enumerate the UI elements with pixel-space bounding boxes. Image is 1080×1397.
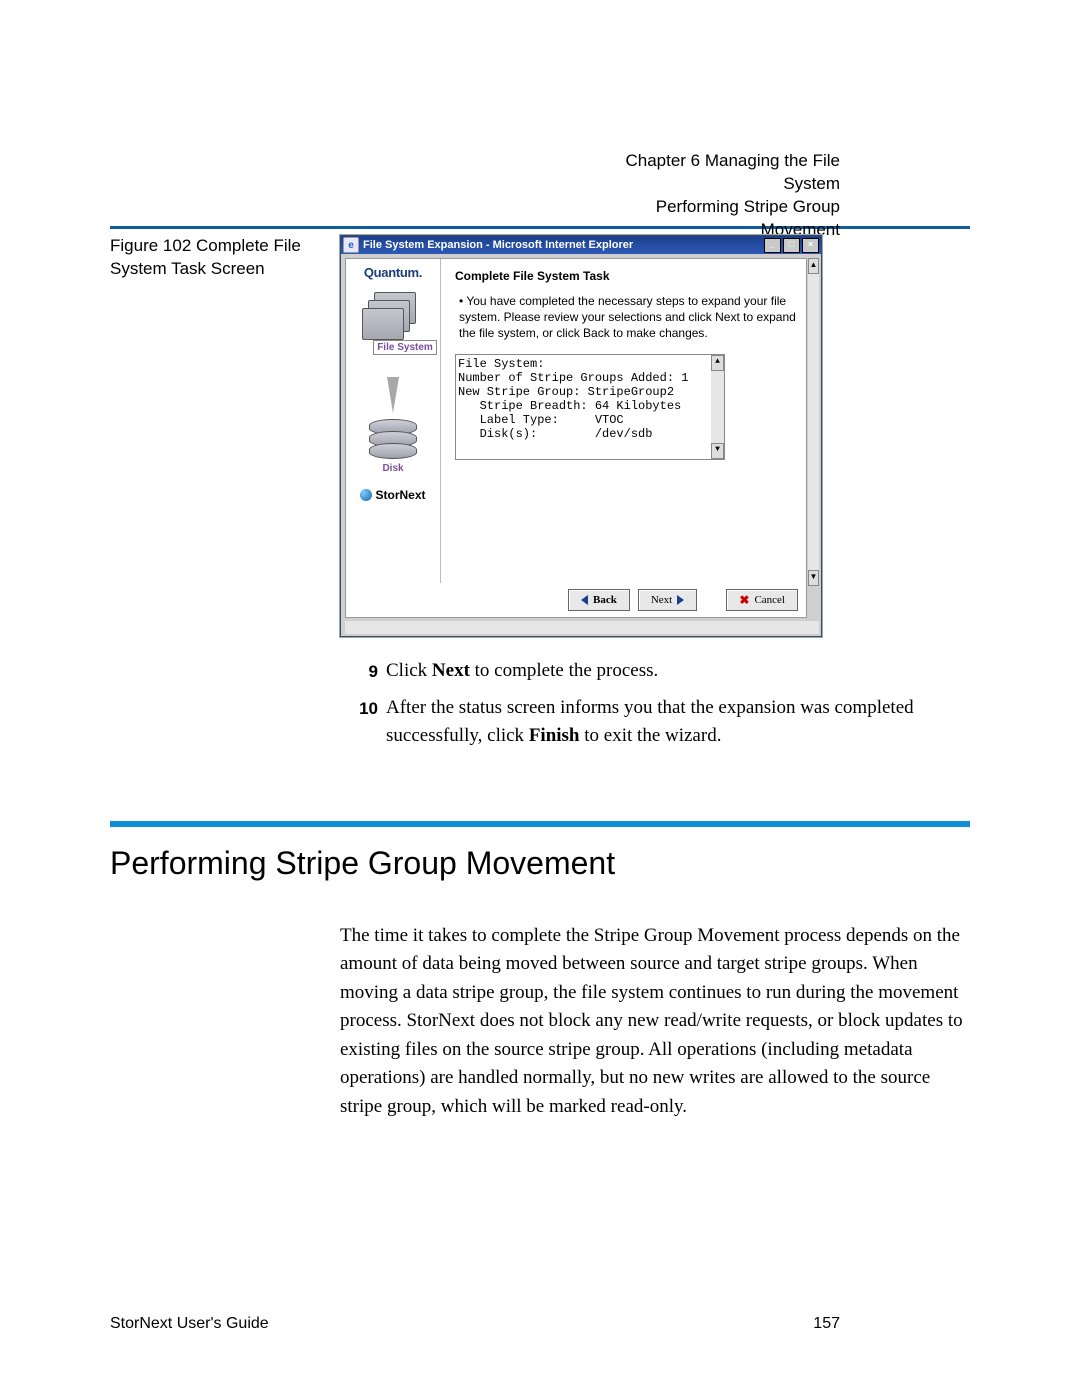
back-label: Back — [593, 594, 617, 606]
section-heading: Performing Stripe Group Movement — [110, 845, 970, 882]
stornext-label: StorNext — [375, 488, 425, 502]
scroll-down-icon[interactable]: ▼ — [711, 443, 724, 459]
disk-graphic — [369, 423, 417, 459]
triangle-right-icon — [677, 595, 684, 605]
summary-line: Number of Stripe Groups Added: 1 — [458, 371, 722, 385]
wizard-description: • You have completed the necessary steps… — [459, 293, 796, 342]
footer-title: StorNext User's Guide — [110, 1315, 269, 1333]
step-bold: Finish — [529, 725, 580, 746]
next-label: Next — [651, 594, 672, 606]
summary-line: New Stripe Group: StripeGroup2 — [458, 385, 722, 399]
wizard-heading: Complete File System Task — [455, 269, 796, 283]
summary-textarea[interactable]: File System:Number of Stripe Groups Adde… — [455, 354, 725, 460]
cancel-label: Cancel — [754, 594, 785, 606]
summary-line: Label Type: VTOC — [458, 413, 722, 427]
summary-line: Disk(s): /dev/sdb — [458, 427, 722, 441]
scroll-up-icon[interactable]: ▲ — [711, 355, 724, 371]
step-number: 9 — [350, 657, 378, 686]
page-scrollbar[interactable]: ▲ ▼ — [808, 258, 819, 586]
ie-window: e File System Expansion - Microsoft Inte… — [340, 235, 822, 637]
cancel-button[interactable]: ✖ Cancel — [726, 589, 798, 611]
back-button[interactable]: Back — [568, 589, 630, 611]
step-text: Click Next to complete the process. — [386, 657, 658, 686]
summary-line: Stripe Breadth: 64 Kilobytes — [458, 399, 722, 413]
scroll-up-icon[interactable]: ▲ — [808, 258, 819, 274]
triangle-left-icon — [581, 595, 588, 605]
wizard-button-bar: Back Next ✖ Cancel — [345, 583, 807, 618]
arrow-down-icon — [387, 377, 399, 413]
page-number: 157 — [813, 1315, 840, 1333]
step-text: After the status screen informs you that… — [386, 694, 970, 751]
figure-caption: Figure 102 Complete File System Task Scr… — [110, 235, 340, 281]
quantum-logo: Quantum. — [364, 265, 422, 280]
wizard-panel: Quantum. File System Disk StorNext — [345, 258, 807, 586]
file-system-label: File System — [373, 340, 437, 355]
x-icon: ✖ — [739, 593, 749, 608]
step-item: 9 Click Next to complete the process. — [350, 657, 970, 686]
header-chapter: Chapter 6 Managing the File System — [580, 150, 840, 196]
step-item: 10After the status screen informs you th… — [350, 694, 970, 751]
bottom-gutter — [345, 621, 819, 634]
ie-icon: e — [343, 237, 359, 253]
wizard-main: Complete File System Task • You have com… — [441, 259, 806, 585]
figure-rule — [110, 226, 970, 229]
stornext-brand: StorNext — [360, 488, 425, 502]
maximize-button[interactable]: □ — [783, 238, 800, 253]
scroll-down-icon[interactable]: ▼ — [808, 570, 819, 586]
wizard-sidebar: Quantum. File System Disk StorNext — [346, 259, 441, 585]
section-rule — [110, 821, 970, 827]
disk-label: Disk — [382, 463, 403, 474]
window-title: File System Expansion - Microsoft Intern… — [363, 239, 764, 251]
step-number: 10 — [350, 694, 378, 751]
window-titlebar: e File System Expansion - Microsoft Inte… — [341, 236, 821, 254]
section-body: The time it takes to complete the Stripe… — [340, 922, 970, 1122]
minimize-button[interactable]: _ — [764, 238, 781, 253]
next-button[interactable]: Next — [638, 589, 697, 611]
close-button[interactable]: × — [802, 238, 819, 253]
stornext-icon — [360, 489, 372, 501]
textarea-scrollbar[interactable]: ▲ ▼ — [711, 355, 724, 459]
step-bold: Next — [432, 660, 470, 681]
step-list: 9 Click Next to complete the process. 10Af… — [350, 657, 970, 751]
summary-line: File System: — [458, 357, 722, 371]
